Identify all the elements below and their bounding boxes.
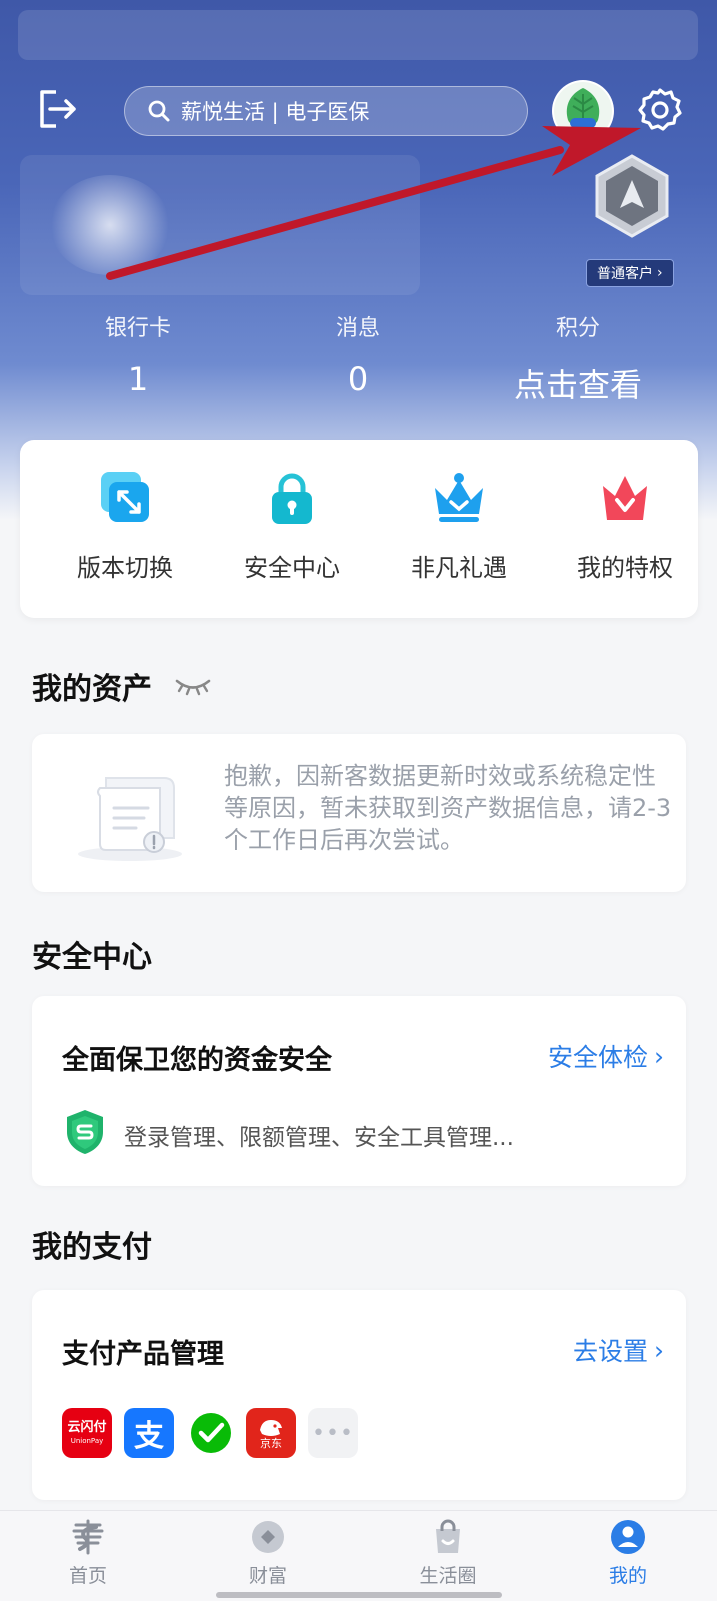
wechat-pay-logo-icon	[191, 1413, 231, 1453]
security-card[interactable]: 全面保卫您的资金安全 安全体检 › 登录管理、限额管理、安全工具管理...	[32, 996, 686, 1186]
logout-button[interactable]	[34, 86, 80, 132]
stat-bank-cards[interactable]: 银行卡 1	[38, 310, 238, 398]
member-level-tag[interactable]: 普通客户 ›	[586, 259, 674, 287]
security-checkup-link[interactable]: 安全体检 ›	[548, 1038, 664, 1074]
unionpay-sub-label: UnionPay	[70, 1437, 104, 1445]
avatar[interactable]	[552, 80, 614, 142]
quick-action-security-center[interactable]: 安全中心	[207, 470, 377, 583]
nav-label: 生活圈	[419, 1565, 477, 1587]
quick-actions-card: 版本切换 安全中心 非凡礼遇 我的特权	[20, 440, 698, 618]
member-level-label: 普通客户	[597, 266, 653, 282]
life-icon	[436, 1519, 460, 1553]
stat-points[interactable]: 积分 点击查看	[478, 310, 678, 406]
search-icon	[148, 100, 170, 122]
jd-label: 京东	[260, 1437, 282, 1450]
nav-label: 财富	[248, 1565, 287, 1587]
nav-wealth[interactable]: 财富	[208, 1517, 328, 1588]
status-bar-blurred	[18, 10, 698, 60]
empty-document-icon	[78, 777, 182, 861]
payment-settings-link[interactable]: 去设置 ›	[573, 1332, 664, 1368]
unionpay-quickpass-icon[interactable]: 云闪付 UnionPay	[62, 1408, 112, 1458]
more-products-button[interactable]: •••	[308, 1408, 358, 1458]
home-icon	[72, 1519, 104, 1555]
stat-value: 1	[127, 360, 149, 398]
assets-section-title: 我的资产	[32, 664, 212, 708]
security-card-title: 全面保卫您的资金安全	[62, 1045, 332, 1076]
quick-action-label: 版本切换	[77, 554, 173, 582]
settings-button[interactable]	[636, 86, 684, 134]
logout-icon	[40, 90, 76, 128]
chevron-right-icon: ›	[654, 1041, 664, 1071]
quick-action-version-switch[interactable]: 版本切换	[40, 470, 210, 583]
home-indicator	[216, 1592, 502, 1598]
quick-action-my-privileges[interactable]: 我的特权	[540, 470, 710, 583]
chevron-right-icon: ›	[654, 1335, 664, 1365]
jd-pay-icon[interactable]: 京东	[246, 1408, 296, 1458]
quick-action-label: 我的特权	[577, 554, 673, 582]
quick-action-premium-benefits[interactable]: 非凡礼遇	[374, 470, 544, 583]
more-dots-icon: •••	[312, 1420, 354, 1446]
assets-empty-message: 抱歉，因新客数据更新时效或系统稳定性等原因，暂未获取到资产数据信息，请2-3个工…	[224, 762, 672, 854]
payment-section-title: 我的支付	[32, 1230, 152, 1265]
quick-action-label: 安全中心	[244, 554, 340, 582]
stat-label: 消息	[335, 316, 380, 341]
alipay-icon[interactable]: 支	[124, 1408, 174, 1458]
assets-card: 抱歉，因新客数据更新时效或系统稳定性等原因，暂未获取到资产数据信息，请2-3个工…	[32, 734, 686, 892]
crown-icon	[435, 473, 483, 522]
gear-icon	[638, 88, 682, 131]
level-hexagon-icon	[595, 154, 669, 238]
privilege-icon	[603, 476, 647, 520]
payment-card-title: 支付产品管理	[62, 1339, 224, 1370]
stat-messages[interactable]: 消息 0	[258, 310, 458, 398]
security-section-title: 安全中心	[32, 940, 152, 975]
switch-icon	[101, 472, 149, 522]
search-bar[interactable]: 薪悦生活 | 电子医保	[124, 86, 528, 136]
alipay-label: 支	[134, 1419, 164, 1454]
nav-me[interactable]: 我的	[568, 1517, 688, 1588]
payment-card[interactable]: 支付产品管理 去设置 › 云闪付 UnionPay 支 京东 •••	[32, 1290, 686, 1500]
security-checkup-label: 安全体检	[547, 1043, 648, 1072]
stat-label: 银行卡	[104, 316, 171, 341]
member-level-badge[interactable]	[594, 154, 670, 238]
security-description: 登录管理、限额管理、安全工具管理...	[124, 1125, 514, 1151]
bottom-navigation: 首页 财富 生活圈 我的	[0, 1510, 717, 1601]
account-stats: 银行卡 1 消息 0 积分 点击查看	[0, 310, 717, 410]
lock-icon	[272, 473, 312, 524]
nav-label: 我的	[608, 1565, 647, 1587]
nav-label: 首页	[68, 1565, 107, 1587]
unionpay-quickpass-label: 云闪付	[67, 1420, 107, 1435]
mascot-avatar-icon	[554, 82, 612, 140]
hide-amount-toggle[interactable]	[174, 676, 212, 696]
profile-info-blurred	[20, 155, 420, 295]
wealth-icon	[252, 1521, 284, 1553]
eye-closed-icon	[175, 679, 211, 696]
me-icon	[611, 1520, 645, 1554]
search-placeholder: 薪悦生活 | 电子医保	[181, 100, 370, 124]
wechat-pay-icon[interactable]	[186, 1408, 236, 1458]
payment-settings-label: 去设置	[572, 1337, 648, 1366]
chevron-right-icon: ›	[657, 265, 663, 281]
assets-title: 我的资产	[32, 672, 152, 707]
top-bar: 薪悦生活 | 电子医保	[0, 80, 717, 142]
nav-life-circle[interactable]: 生活圈	[388, 1517, 508, 1588]
shield-icon	[67, 1110, 103, 1154]
stat-value: 点击查看	[513, 366, 642, 404]
nav-home[interactable]: 首页	[28, 1517, 148, 1588]
quick-action-label: 非凡礼遇	[411, 554, 507, 582]
jd-dog-icon	[260, 1420, 282, 1436]
stat-value: 0	[347, 360, 369, 398]
stat-label: 积分	[555, 316, 600, 341]
